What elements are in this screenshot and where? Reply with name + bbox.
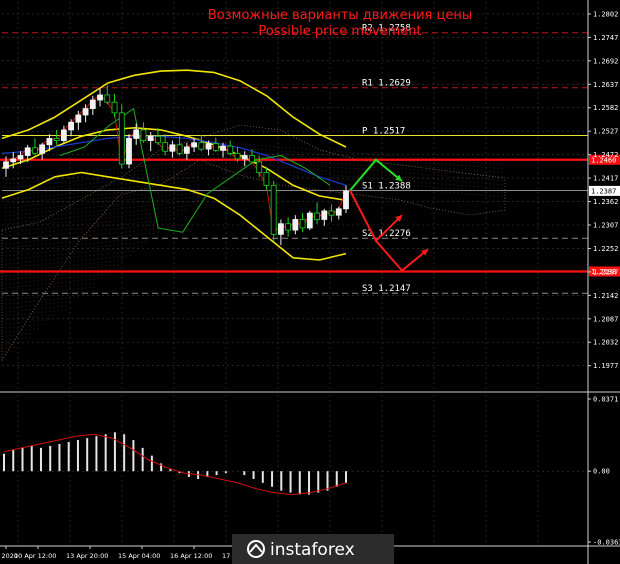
candle-body [17, 155, 24, 160]
candle-body [183, 146, 190, 154]
candle-body [39, 144, 46, 154]
current-price-label: 1.2387 [591, 187, 616, 195]
candle-body [314, 212, 320, 220]
chart-subtitle: Possible price movement [258, 24, 421, 39]
candle-body [191, 142, 197, 148]
time-tick-label: 10 Apr 12:00 [14, 552, 56, 560]
candle-body [256, 161, 263, 173]
candle-body [343, 190, 349, 210]
price-tick-label: 1.2692 [593, 57, 618, 65]
candle-body [169, 144, 176, 152]
candle-body [97, 94, 103, 101]
candle-body [104, 94, 111, 103]
macd-tick-label: -0.03638 [593, 539, 620, 547]
time-tick-label: 15 Apr 04:00 [118, 552, 160, 560]
chart-canvas: R2 1.2758R1 1.2629P 1.2517S1 1.2388S2 1.… [0, 0, 620, 564]
pivot-label-p: P 1.2517 [362, 126, 405, 136]
candle-body [162, 142, 169, 152]
candle-body [277, 223, 284, 235]
candle-body [68, 121, 75, 131]
candle-body [263, 172, 270, 186]
candle-body [147, 135, 154, 141]
macd-panel: 0.0371 0.00 -0.03638 [2, 396, 620, 547]
candle-body [155, 135, 161, 144]
candle-body [227, 145, 234, 154]
price-tick-label: 1.2417 [593, 175, 618, 183]
price-tick-label: 1.2197 [593, 268, 618, 276]
candle-body [46, 138, 53, 146]
watermark-text: instaforex [270, 540, 355, 560]
candle-body [75, 114, 82, 123]
candle-body [212, 143, 219, 151]
candle-body [321, 210, 328, 220]
candle-body [292, 219, 299, 231]
candle-body [335, 208, 342, 216]
candle-body [89, 99, 96, 109]
candle-body [126, 138, 132, 165]
candle-body [118, 112, 125, 165]
candle-body [24, 147, 31, 156]
pivot-label-s3: S3 1.2147 [362, 284, 411, 294]
price-tick-label: 1.2472 [593, 151, 618, 159]
forecast-arrow-path [375, 240, 429, 272]
candle-body [270, 184, 277, 235]
candle-body [3, 161, 9, 169]
price-tick-label: 1.2362 [593, 198, 618, 206]
pivot-label-r1: R1 1.2629 [362, 79, 411, 89]
price-tick-label: 1.2307 [593, 221, 618, 229]
price-tick-label: 1.2747 [593, 34, 618, 42]
price-tick-label: 1.2582 [593, 104, 618, 112]
macd-tick-label: 0.00 [593, 468, 610, 476]
candle-body [220, 145, 226, 151]
macd-signal-line [3, 433, 347, 496]
price-tick-label: 1.2087 [593, 315, 618, 323]
candle-body [205, 143, 212, 150]
lagging-span-line [59, 108, 331, 233]
candle-body [133, 129, 140, 139]
candle-body [140, 129, 147, 141]
candle-body [328, 210, 335, 216]
candle-body [234, 152, 241, 160]
candle-body [10, 158, 17, 163]
candle-body [53, 138, 60, 141]
candle-body [111, 101, 118, 114]
price-tick-label: 1.2527 [593, 128, 618, 136]
time-tick-label: 13 Apr 20:00 [66, 552, 108, 560]
candle-body [82, 108, 89, 116]
price-tick-label: 1.2142 [593, 292, 618, 300]
candle-body [306, 212, 313, 229]
grid-lines [2, 2, 588, 546]
time-axis: 9 Apr 202010 Apr 12:0013 Apr 20:0015 Apr… [0, 546, 247, 560]
forecast-arrows [349, 158, 429, 272]
candle-body [285, 223, 292, 231]
pivot-label-s1: S1 1.2388 [362, 181, 411, 191]
price-tick-label: 1.1977 [593, 362, 618, 370]
watermark-logo: instaforex [232, 534, 394, 564]
candle-body [198, 142, 205, 150]
price-tick-label: 1.2032 [593, 339, 618, 347]
candle-body [299, 219, 306, 229]
candle-body [176, 144, 183, 154]
candlesticks [3, 85, 349, 246]
chart-title: Возможные варианты движения цены [208, 8, 472, 23]
price-tick-label: 1.2637 [593, 81, 618, 89]
macd-tick-label: 0.0371 [593, 396, 618, 404]
time-tick-label: 16 Apr 12:00 [170, 552, 212, 560]
price-tick-label: 1.2802 [593, 10, 618, 18]
candle-body [32, 147, 38, 154]
candle-body [249, 155, 255, 163]
price-tick-label: 1.2252 [593, 245, 618, 253]
candle-body [60, 129, 67, 141]
candle-body [241, 155, 248, 160]
